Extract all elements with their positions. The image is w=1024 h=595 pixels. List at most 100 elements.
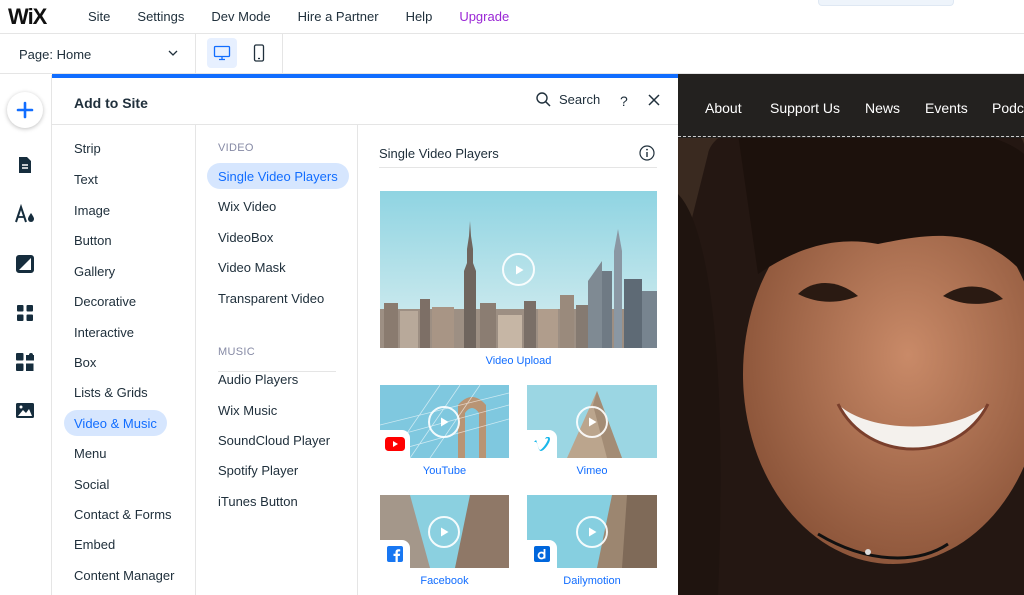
menu-help[interactable]: Help bbox=[406, 9, 433, 24]
page-selector[interactable]: Page: Home bbox=[0, 34, 196, 74]
nav-about[interactable]: About bbox=[705, 100, 742, 116]
sub-itunes-button[interactable]: iTunes Button bbox=[207, 488, 309, 514]
sub-wix-video[interactable]: Wix Video bbox=[207, 193, 287, 219]
panel-title: Add to Site bbox=[74, 95, 148, 111]
sub-videobox[interactable]: VideoBox bbox=[207, 224, 284, 250]
category-box[interactable]: Box bbox=[64, 349, 106, 375]
top-menu-bar: WiX Site Settings Dev Mode Hire a Partne… bbox=[0, 0, 1024, 34]
play-icon bbox=[428, 406, 460, 438]
vimeo-thumb[interactable] bbox=[527, 385, 657, 458]
left-rail bbox=[0, 75, 52, 595]
subcategory-list: VIDEO Single Video Players Wix Video Vid… bbox=[196, 125, 358, 595]
play-icon bbox=[428, 516, 460, 548]
dailymotion-icon bbox=[527, 540, 557, 568]
category-strip[interactable]: Strip bbox=[64, 135, 111, 161]
sub-audio-players[interactable]: Audio Players bbox=[207, 366, 309, 392]
design-icon bbox=[15, 204, 34, 223]
dailymotion-thumb[interactable] bbox=[527, 495, 657, 568]
media-icon bbox=[16, 402, 34, 418]
dailymotion-label[interactable]: Dailymotion bbox=[527, 575, 657, 587]
play-icon bbox=[502, 253, 535, 286]
site-navigation: About Support Us News Events Podc bbox=[678, 74, 1024, 138]
background-button[interactable] bbox=[14, 253, 36, 275]
toolbar-divider bbox=[282, 34, 283, 74]
sub-video-mask[interactable]: Video Mask bbox=[207, 254, 297, 280]
sub-soundcloud-player[interactable]: SoundCloud Player bbox=[207, 427, 341, 453]
pages-button[interactable] bbox=[14, 154, 36, 176]
vimeo-icon bbox=[527, 430, 557, 458]
facebook-icon bbox=[380, 540, 410, 568]
gallery-title-divider bbox=[379, 167, 657, 168]
add-to-site-panel: Add to Site Search ? Strip Text Image Bu… bbox=[52, 78, 678, 595]
category-gallery[interactable]: Gallery bbox=[64, 258, 125, 284]
desktop-view-button[interactable] bbox=[207, 38, 237, 68]
wix-logo[interactable]: WiX bbox=[8, 4, 78, 30]
add-elements-button[interactable] bbox=[7, 92, 43, 128]
menu-settings[interactable]: Settings bbox=[137, 9, 184, 24]
nav-news[interactable]: News bbox=[865, 100, 900, 116]
plus-icon bbox=[16, 101, 34, 119]
facebook-thumb[interactable] bbox=[380, 495, 509, 568]
sub-transparent-video[interactable]: Transparent Video bbox=[207, 285, 335, 311]
close-icon[interactable] bbox=[648, 94, 660, 106]
video-upload-label[interactable]: Video Upload bbox=[380, 355, 657, 367]
background-icon bbox=[16, 255, 34, 273]
gallery-title: Single Video Players bbox=[379, 146, 499, 161]
search-icon bbox=[536, 92, 551, 107]
youtube-label[interactable]: YouTube bbox=[380, 465, 509, 477]
puzzle-icon bbox=[16, 353, 34, 371]
category-contact-forms[interactable]: Contact & Forms bbox=[64, 501, 182, 527]
panel-search-button[interactable]: Search bbox=[536, 92, 600, 107]
menu-hire-partner[interactable]: Hire a Partner bbox=[298, 9, 379, 24]
nav-events[interactable]: Events bbox=[925, 100, 968, 116]
facebook-label[interactable]: Facebook bbox=[380, 575, 509, 587]
top-right-tab[interactable] bbox=[818, 0, 954, 6]
category-embed[interactable]: Embed bbox=[64, 531, 125, 557]
pages-icon bbox=[19, 157, 31, 173]
category-video-music[interactable]: Video & Music bbox=[64, 410, 167, 436]
category-interactive[interactable]: Interactive bbox=[64, 319, 144, 345]
play-icon bbox=[576, 406, 608, 438]
help-button[interactable]: ? bbox=[620, 93, 628, 109]
desktop-icon bbox=[213, 45, 231, 61]
category-list: Strip Text Image Button Gallery Decorati… bbox=[52, 125, 196, 595]
sub-single-video-players[interactable]: Single Video Players bbox=[207, 163, 349, 189]
video-upload-thumb[interactable] bbox=[380, 191, 657, 348]
business-apps-button[interactable] bbox=[14, 351, 36, 373]
category-social[interactable]: Social bbox=[64, 471, 119, 497]
vimeo-label[interactable]: Vimeo bbox=[527, 465, 657, 477]
category-text[interactable]: Text bbox=[64, 166, 108, 192]
play-icon bbox=[576, 516, 608, 548]
music-section-header: MUSIC bbox=[218, 346, 255, 358]
nav-podcast[interactable]: Podc bbox=[992, 100, 1024, 116]
sub-wix-music[interactable]: Wix Music bbox=[207, 397, 288, 423]
youtube-thumb[interactable] bbox=[380, 385, 509, 458]
category-content-manager[interactable]: Content Manager bbox=[64, 562, 184, 588]
category-menu[interactable]: Menu bbox=[64, 440, 117, 466]
design-button[interactable] bbox=[14, 203, 36, 225]
category-decorative[interactable]: Decorative bbox=[64, 288, 146, 314]
menu-upgrade[interactable]: Upgrade bbox=[459, 9, 509, 24]
element-gallery: Single Video Players Video Upload YouTub… bbox=[358, 125, 678, 595]
menu-dev-mode[interactable]: Dev Mode bbox=[211, 9, 270, 24]
mobile-icon bbox=[253, 44, 265, 62]
chevron-down-icon bbox=[168, 50, 178, 56]
smiling-woman-photo bbox=[678, 74, 1024, 595]
header-boundary-line bbox=[678, 136, 1024, 137]
video-section-header: VIDEO bbox=[218, 142, 254, 154]
category-image[interactable]: Image bbox=[64, 197, 120, 223]
mobile-view-button[interactable] bbox=[244, 38, 274, 68]
info-icon[interactable] bbox=[639, 145, 655, 161]
sub-spotify-player[interactable]: Spotify Player bbox=[207, 457, 309, 483]
apps-icon bbox=[17, 305, 33, 321]
site-preview-canvas[interactable]: About Support Us News Events Podc bbox=[678, 74, 1024, 595]
media-button[interactable] bbox=[14, 399, 36, 421]
page-toolbar: Page: Home bbox=[0, 34, 1024, 74]
youtube-icon bbox=[380, 430, 410, 458]
nav-support-us[interactable]: Support Us bbox=[770, 100, 840, 116]
apps-button[interactable] bbox=[14, 302, 36, 324]
menu-site[interactable]: Site bbox=[88, 9, 110, 24]
panel-header: Add to Site Search ? bbox=[52, 78, 678, 125]
category-lists-grids[interactable]: Lists & Grids bbox=[64, 379, 158, 405]
category-button[interactable]: Button bbox=[64, 227, 122, 253]
